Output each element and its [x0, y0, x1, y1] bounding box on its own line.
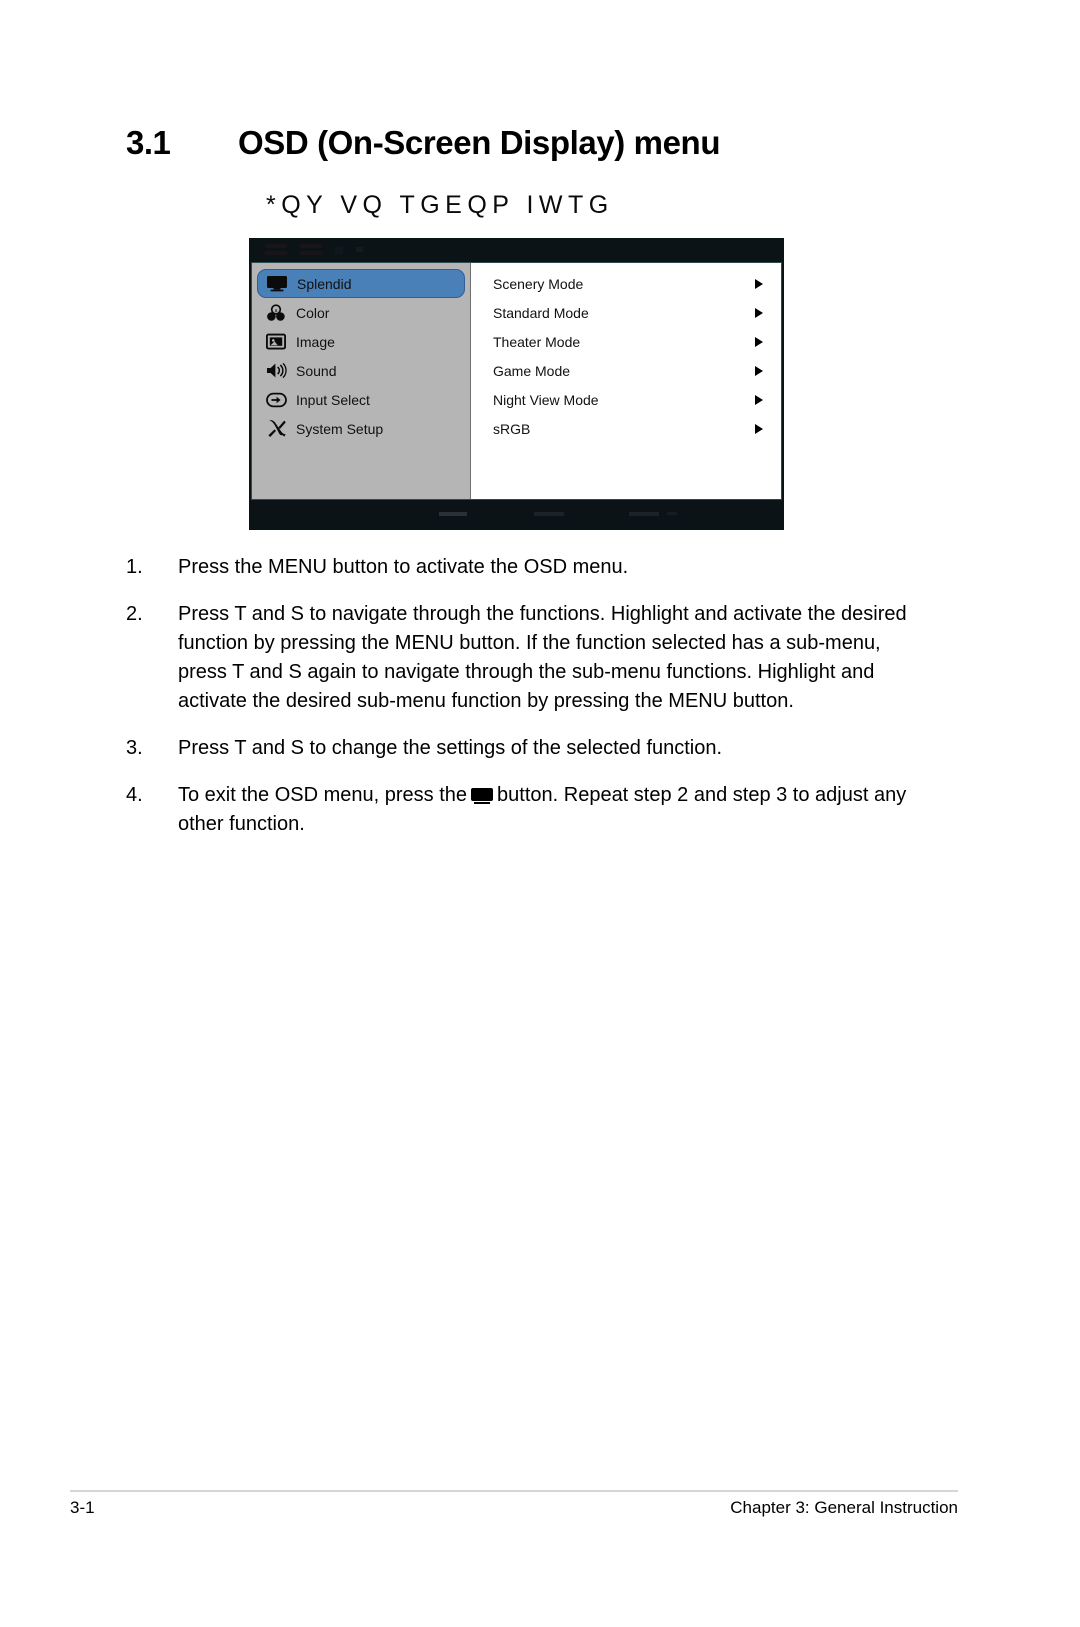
list-item-text: Press T and S to change the settings of … — [178, 737, 723, 759]
osd-sidebar: Splendid a Color Image Sound Input Selec… — [252, 263, 471, 499]
osd-indicator-4 — [356, 247, 363, 252]
page-number: 3-1 — [70, 1498, 95, 1517]
osd-mode-row[interactable]: Game Mode — [471, 356, 781, 385]
list-item-number: 1. — [126, 556, 143, 578]
footer-divider — [70, 1490, 958, 1492]
sidebar-item-color[interactable]: a Color — [252, 298, 470, 327]
monitor-button-icon — [471, 788, 494, 804]
osd-menu-figure: Splendid a Color Image Sound Input Selec… — [249, 238, 784, 530]
instruction-list: 1. Press the MENU button to activate the… — [126, 553, 916, 857]
sidebar-item-label: Sound — [296, 362, 337, 379]
chevron-right-icon — [755, 423, 763, 434]
osd-content-pane: Scenery Mode Standard Mode Theater Mode … — [471, 263, 781, 499]
section-subtitle: *QY VQ TGEQP IWTG — [266, 191, 614, 219]
osd-bottom-mark-1 — [439, 512, 467, 516]
sidebar-item-label: Color — [296, 304, 330, 321]
sidebar-item-system-setup[interactable]: System Setup — [252, 414, 470, 443]
osd-indicator-2 — [300, 244, 322, 255]
sidebar-item-label: System Setup — [296, 420, 384, 437]
osd-bottom-bezel — [249, 500, 784, 530]
list-item-text-with-icon: To exit the OSD menu, press the button. R… — [178, 781, 916, 839]
monitor-icon — [265, 274, 289, 294]
list-item: 4. To exit the OSD menu, press the button… — [126, 781, 916, 839]
osd-indicator-3 — [335, 245, 343, 254]
chevron-right-icon — [755, 394, 763, 405]
list-item-number: 4. — [126, 784, 143, 806]
sidebar-item-image[interactable]: Image — [252, 327, 470, 356]
picture-frame-icon — [264, 332, 288, 352]
speaker-icon — [264, 361, 288, 381]
footer-chapter: Chapter 3: General Instruction — [730, 1498, 958, 1517]
osd-mode-label: sRGB — [493, 420, 531, 437]
osd-mode-label: Scenery Mode — [493, 275, 584, 292]
osd-mode-label: Theater Mode — [493, 333, 581, 350]
sidebar-item-sound[interactable]: Sound — [252, 356, 470, 385]
input-arrow-icon — [264, 390, 288, 410]
osd-mode-row[interactable]: Standard Mode — [471, 298, 781, 327]
heading-number: 3.1 — [126, 124, 171, 161]
color-circles-icon: a — [264, 303, 288, 323]
list-item-number: 2. — [126, 603, 143, 625]
list-item-number: 3. — [126, 737, 143, 759]
sidebar-item-label: Splendid — [297, 275, 352, 292]
osd-mode-label: Night View Mode — [493, 391, 599, 408]
osd-mode-row[interactable]: Theater Mode — [471, 327, 781, 356]
chevron-right-icon — [755, 336, 763, 347]
osd-bottom-mark-3 — [629, 512, 659, 516]
chevron-right-icon — [755, 365, 763, 376]
list-item-text: Press T and S to navigate through the fu… — [178, 603, 907, 712]
sidebar-item-label: Image — [296, 333, 335, 350]
list-item: 1. Press the MENU button to activate the… — [126, 553, 916, 582]
list-item: 3. Press T and S to change the settings … — [126, 734, 916, 763]
svg-text:a: a — [275, 308, 278, 314]
osd-bottom-mark-2 — [534, 512, 564, 516]
osd-mode-row[interactable]: Night View Mode — [471, 385, 781, 414]
osd-mode-row[interactable]: Scenery Mode — [471, 269, 781, 298]
sidebar-item-label: Input Select — [296, 391, 370, 408]
osd-panel: Splendid a Color Image Sound Input Selec… — [251, 262, 782, 500]
osd-top-indicators — [265, 244, 363, 255]
osd-mode-row[interactable]: sRGB — [471, 414, 781, 443]
sidebar-item-splendid[interactable]: Splendid — [257, 269, 465, 298]
chevron-right-icon — [755, 307, 763, 318]
list-item-text-before: To exit the OSD menu, press the — [178, 784, 468, 806]
chevron-right-icon — [755, 278, 763, 289]
osd-indicator-1 — [265, 244, 287, 255]
osd-mode-label: Game Mode — [493, 362, 571, 379]
osd-mode-label: Standard Mode — [493, 304, 589, 321]
tools-icon — [264, 419, 288, 439]
list-item: 2. Press T and S to navigate through the… — [126, 600, 916, 716]
osd-bottom-mark-4 — [667, 512, 677, 515]
list-item-text: Press the MENU button to activate the OS… — [178, 556, 629, 578]
page-footer: 3-1 Chapter 3: General Instruction — [70, 1498, 958, 1518]
page-title: OSD (On-Screen Display) menu — [238, 124, 721, 161]
document-page: 3.1 OSD (On-Screen Display) menu *QY VQ … — [0, 0, 1080, 1627]
sidebar-item-input-select[interactable]: Input Select — [252, 385, 470, 414]
osd-top-bezel — [249, 238, 784, 262]
page-heading: 3.1 OSD (On-Screen Display) menu — [126, 124, 926, 162]
